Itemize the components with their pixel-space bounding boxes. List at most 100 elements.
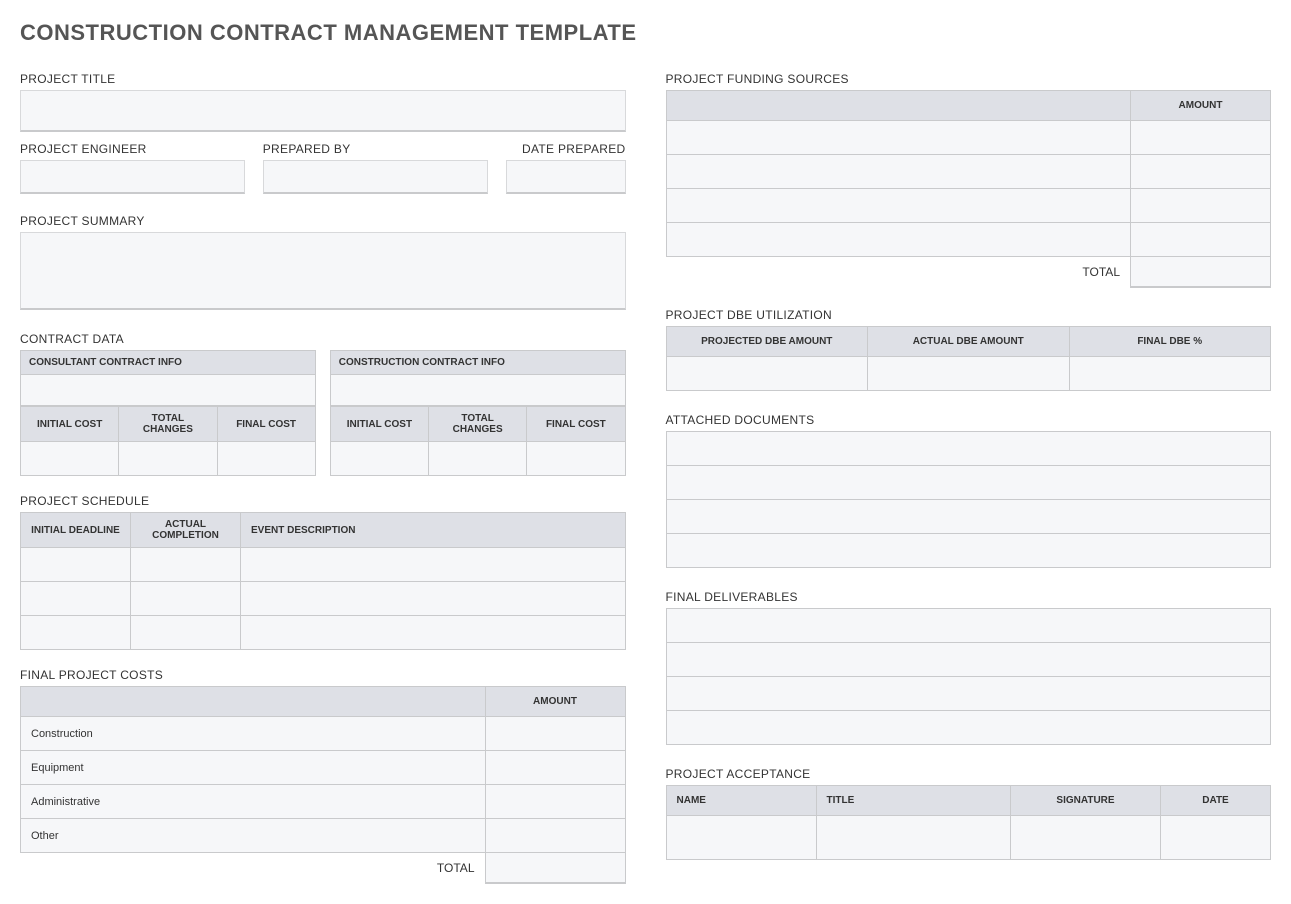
cost-admin-amt[interactable]	[485, 785, 625, 819]
project-title-label: PROJECT TITLE	[20, 72, 626, 86]
th-funding-amount: AMOUNT	[1131, 91, 1271, 121]
th-accept-signature: SIGNATURE	[1011, 785, 1161, 815]
th-initial-cost: INITIAL COST	[330, 407, 428, 442]
prepared-by-input[interactable]	[263, 160, 488, 194]
dbe-table: PROJECTED DBE AMOUNT ACTUAL DBE AMOUNT F…	[666, 326, 1272, 391]
doc-r3[interactable]	[666, 499, 1271, 533]
cost-row-administrative: Administrative	[21, 785, 486, 819]
sched-r2c2[interactable]	[131, 582, 241, 616]
consultant-header: CONSULTANT CONTRACT INFO	[20, 350, 316, 374]
sched-r3c2[interactable]	[131, 616, 241, 650]
fund-r3c1[interactable]	[666, 189, 1131, 223]
sched-r3c1[interactable]	[21, 616, 131, 650]
funding-label: PROJECT FUNDING SOURCES	[666, 72, 1272, 86]
th-event-description: EVENT DESCRIPTION	[241, 513, 626, 548]
date-prepared-label: DATE PREPARED	[506, 142, 626, 156]
th-funding-blank	[666, 91, 1131, 121]
accept-signature[interactable]	[1011, 815, 1161, 859]
construction-total-changes[interactable]	[429, 442, 527, 476]
th-actual-completion: ACTUAL COMPLETION	[131, 513, 241, 548]
schedule-table: INITIAL DEADLINE ACTUAL COMPLETION EVENT…	[20, 512, 626, 650]
consultant-info-input[interactable]	[20, 374, 316, 406]
deliv-r2[interactable]	[666, 642, 1271, 676]
cost-other-amt[interactable]	[485, 819, 625, 853]
project-title-input[interactable]	[20, 90, 626, 132]
engineer-label: PROJECT ENGINEER	[20, 142, 245, 156]
sched-r3c3[interactable]	[241, 616, 626, 650]
cost-construction-amt[interactable]	[485, 717, 625, 751]
consultant-initial-cost[interactable]	[21, 442, 119, 476]
fund-r2c1[interactable]	[666, 155, 1131, 189]
construction-block: CONSTRUCTION CONTRACT INFO INITIAL COST …	[330, 350, 626, 476]
construction-initial-cost[interactable]	[330, 442, 428, 476]
schedule-label: PROJECT SCHEDULE	[20, 494, 626, 508]
th-accept-name: NAME	[666, 785, 816, 815]
docs-table	[666, 431, 1272, 568]
cost-total-amt[interactable]	[485, 853, 625, 883]
th-accept-date: DATE	[1161, 785, 1271, 815]
cost-equipment-amt[interactable]	[485, 751, 625, 785]
sched-r1c3[interactable]	[241, 548, 626, 582]
docs-label: ATTACHED DOCUMENTS	[666, 413, 1272, 427]
construction-info-input[interactable]	[330, 374, 626, 406]
doc-r1[interactable]	[666, 431, 1271, 465]
prepared-by-label: PREPARED BY	[263, 142, 488, 156]
construction-final-cost[interactable]	[527, 442, 625, 476]
fund-r4c1[interactable]	[666, 223, 1131, 257]
accept-title[interactable]	[816, 815, 1011, 859]
dbe-final[interactable]	[1069, 356, 1271, 390]
page-title: CONSTRUCTION CONTRACT MANAGEMENT TEMPLAT…	[20, 20, 1271, 46]
accept-date[interactable]	[1161, 815, 1271, 859]
fund-total-label: TOTAL	[666, 257, 1131, 287]
fund-r1c2[interactable]	[1131, 121, 1271, 155]
sched-r2c3[interactable]	[241, 582, 626, 616]
dbe-label: PROJECT DBE UTILIZATION	[666, 308, 1272, 322]
fund-r4c2[interactable]	[1131, 223, 1271, 257]
final-costs-table: AMOUNT Construction Equipment Administra…	[20, 686, 626, 884]
th-initial-deadline: INITIAL DEADLINE	[21, 513, 131, 548]
engineer-input[interactable]	[20, 160, 245, 194]
construction-header: CONSTRUCTION CONTRACT INFO	[330, 350, 626, 374]
funding-table: AMOUNT TOTAL	[666, 90, 1272, 288]
th-projected-dbe: PROJECTED DBE AMOUNT	[666, 326, 868, 356]
final-costs-label: FINAL PROJECT COSTS	[20, 668, 626, 682]
fund-total-amt[interactable]	[1131, 257, 1271, 287]
deliv-r3[interactable]	[666, 676, 1271, 710]
accept-name[interactable]	[666, 815, 816, 859]
dbe-actual[interactable]	[868, 356, 1070, 390]
th-actual-dbe: ACTUAL DBE AMOUNT	[868, 326, 1070, 356]
deliverables-label: FINAL DELIVERABLES	[666, 590, 1272, 604]
sched-r1c2[interactable]	[131, 548, 241, 582]
summary-label: PROJECT SUMMARY	[20, 214, 626, 228]
construction-cost-table: INITIAL COST TOTAL CHANGES FINAL COST	[330, 406, 626, 476]
cost-row-other: Other	[21, 819, 486, 853]
doc-r2[interactable]	[666, 465, 1271, 499]
deliverables-table	[666, 608, 1272, 745]
th-amount: AMOUNT	[485, 687, 625, 717]
doc-r4[interactable]	[666, 533, 1271, 567]
sched-r2c1[interactable]	[21, 582, 131, 616]
th-total-changes: TOTAL CHANGES	[119, 407, 217, 442]
cost-row-equipment: Equipment	[21, 751, 486, 785]
summary-input[interactable]	[20, 232, 626, 310]
consultant-block: CONSULTANT CONTRACT INFO INITIAL COST TO…	[20, 350, 316, 476]
consultant-final-cost[interactable]	[217, 442, 315, 476]
acceptance-table: NAME TITLE SIGNATURE DATE	[666, 785, 1272, 860]
cost-row-construction: Construction	[21, 717, 486, 751]
fund-r3c2[interactable]	[1131, 189, 1271, 223]
cost-total-label: TOTAL	[21, 853, 486, 883]
th-accept-title: TITLE	[816, 785, 1011, 815]
deliv-r4[interactable]	[666, 710, 1271, 744]
fund-r2c2[interactable]	[1131, 155, 1271, 189]
deliv-r1[interactable]	[666, 608, 1271, 642]
dbe-projected[interactable]	[666, 356, 868, 390]
consultant-total-changes[interactable]	[119, 442, 217, 476]
left-column: PROJECT TITLE PROJECT ENGINEER PREPARED …	[20, 62, 626, 884]
th-final-cost: FINAL COST	[217, 407, 315, 442]
date-prepared-input[interactable]	[506, 160, 626, 194]
th-final-dbe: FINAL DBE %	[1069, 326, 1271, 356]
th-final-cost: FINAL COST	[527, 407, 625, 442]
th-initial-cost: INITIAL COST	[21, 407, 119, 442]
fund-r1c1[interactable]	[666, 121, 1131, 155]
sched-r1c1[interactable]	[21, 548, 131, 582]
